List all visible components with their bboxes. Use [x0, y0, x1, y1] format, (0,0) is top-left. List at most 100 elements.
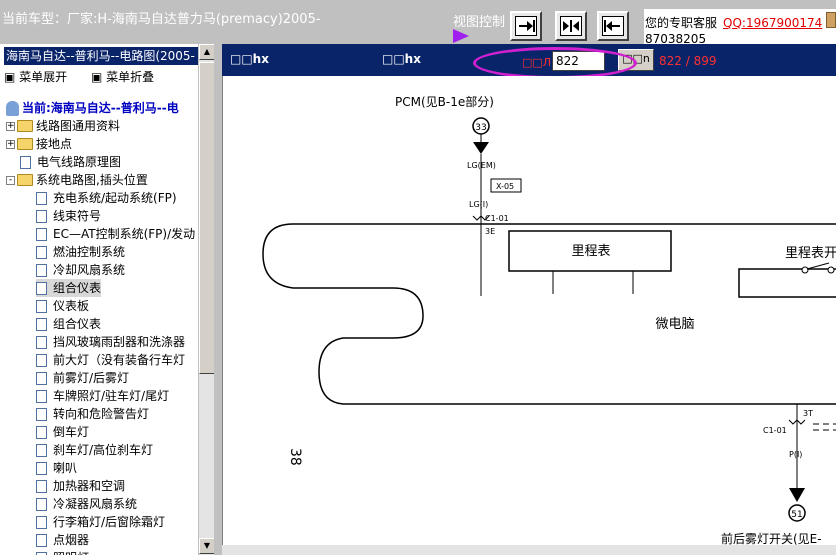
tree-item[interactable]: 倒车灯 — [36, 423, 89, 441]
tree-item[interactable]: 仪表板 — [36, 297, 89, 315]
expand-icon[interactable]: + — [6, 121, 15, 131]
tree-item[interactable]: 冷却风扇系统 — [36, 261, 125, 279]
tree-item[interactable]: 刹车灯/高位刹车灯 — [36, 441, 153, 459]
tree-item[interactable]: 充电系统/起动系统(FP) — [36, 189, 177, 207]
tree-item-label: 前雾灯/后雾灯 — [53, 371, 130, 385]
expand-icon[interactable]: + — [6, 139, 15, 149]
tree-item[interactable]: 挡风玻璃雨刮器和洗涤器 — [36, 333, 185, 351]
tree-item[interactable]: 冷凝器风扇系统 — [36, 495, 137, 513]
document-icon — [36, 263, 47, 277]
top-bar: 当前车型：厂家:H-海南马自达普力马(premacy)2005- 视图控制 您的… — [0, 0, 836, 44]
microcomputer-label: 微电脑 — [655, 317, 694, 332]
node-51-label: 51 — [791, 510, 802, 520]
tree-item[interactable]: + 接地点 — [6, 135, 72, 153]
tree-item-label: 组合仪表 — [53, 281, 102, 295]
tree-item[interactable]: 组合仪表 — [36, 279, 102, 297]
viewer-horizontal-scrollbar[interactable] — [222, 545, 836, 555]
odometer-switch-box — [738, 268, 836, 298]
menu-tree: 当前:海南马自达--普利马--电 + 线路图通用资料 + 接地点 电气线路原理图 - 系统电路… — [0, 99, 198, 555]
tree-item-label: 线路图通用资料 — [36, 119, 121, 133]
page-number-38: 38 — [287, 448, 303, 466]
menu-collapse-button[interactable]: ▣ 菜单折叠 — [91, 70, 164, 84]
tree-item-label: 冷凝器风扇系统 — [53, 497, 138, 511]
scroll-up-icon[interactable]: ▲ — [199, 44, 215, 60]
c101-top-label: C1-01 — [485, 214, 509, 223]
document-icon — [36, 425, 47, 439]
document-icon — [36, 299, 47, 313]
arrow-down-icon — [789, 488, 805, 502]
tree-item[interactable]: 车牌照灯/驻车灯/尾灯 — [36, 387, 169, 405]
document-icon — [36, 317, 47, 331]
support-label: 您的专职客服 — [645, 16, 718, 30]
tree-item[interactable]: EC—AT控制系统(FP)/发动 — [36, 225, 195, 243]
left-scrollbar[interactable]: ▲ ▼ — [198, 44, 215, 555]
tree-item-label: EC—AT控制系统(FP)/发动 — [53, 227, 196, 241]
tree-item[interactable]: 线束符号 — [36, 207, 101, 225]
fit-both-button[interactable] — [555, 11, 587, 41]
left-panel: 海南马自达--普利马--电路图(2005- ▣ 菜单展开 ▣ 菜单折叠 当前:海… — [0, 44, 215, 555]
tree-item-label: 照明灯 — [53, 549, 89, 555]
document-icon — [36, 353, 47, 367]
document-icon — [36, 335, 47, 349]
tree-item[interactable]: - 系统电路图,插头位置 — [6, 171, 148, 189]
tree-item[interactable]: 前雾灯/后雾灯 — [36, 369, 129, 387]
folder-icon — [17, 174, 33, 186]
document-icon — [36, 407, 47, 421]
fit-width-icon — [519, 20, 535, 32]
left-panel-title: 海南马自达--普利马--电路图(2005- — [4, 47, 212, 65]
menu-ops: ▣ 菜单展开 ▣ 菜单折叠 — [4, 68, 174, 85]
purple-arrow-icon — [453, 29, 469, 43]
tree-item[interactable]: 转向和危险警告灯 — [36, 405, 149, 423]
tree-item-label: 刹车灯/高位刹车灯 — [53, 443, 154, 457]
fit-width-button[interactable] — [510, 11, 542, 41]
diagram-canvas[interactable]: PCM(见B-1e部分) 33 LG(EM) X-05 LG(I) C1-01 … — [222, 76, 836, 555]
tree-item-label: 线束符号 — [53, 209, 102, 223]
fit-height-icon — [604, 20, 620, 32]
document-icon — [36, 461, 47, 475]
document-icon — [36, 191, 47, 205]
tree-item[interactable]: 点烟器 — [36, 531, 89, 549]
panel-splitter[interactable] — [214, 44, 222, 555]
tree-item[interactable]: 喇叭 — [36, 459, 77, 477]
tree-item[interactable]: 加热器和空调 — [36, 477, 125, 495]
tree-item[interactable]: 前大灯（没有装备行车灯 — [36, 351, 185, 369]
tree-item-label: 系统电路图,插头位置 — [36, 173, 148, 187]
fit-height-button[interactable] — [597, 11, 629, 41]
viewer-header: □□hx □□hx □□Л □□n 822 / 899 — [222, 44, 836, 79]
wiring-diagram: PCM(见B-1e部分) 33 LG(EM) X-05 LG(I) C1-01 … — [262, 94, 836, 546]
tree-item-label: 转向和危险警告灯 — [53, 407, 150, 421]
support-edge-icon — [826, 12, 836, 28]
scroll-down-icon[interactable]: ▼ — [199, 538, 215, 554]
qq-link[interactable]: QQ:1967900174 — [723, 16, 822, 30]
fog-switch-label: 前后雾灯开关(见E- — [721, 531, 822, 546]
tree-item[interactable]: 当前:海南马自达--普利马--电 — [6, 99, 179, 117]
tree-item-label: 喇叭 — [53, 461, 78, 475]
odometer-label: 里程表 — [571, 244, 610, 259]
tree-item-label: 加热器和空调 — [53, 479, 126, 493]
node-33-label: 33 — [475, 123, 486, 133]
tree-item[interactable]: + 线路图通用资料 — [6, 117, 120, 135]
odometer-switch-label: 里程表开 — [785, 246, 836, 261]
document-icon — [36, 533, 47, 547]
collapse-icon[interactable]: - — [6, 175, 15, 185]
x05-label: X-05 — [496, 182, 514, 191]
document-icon — [36, 443, 47, 457]
pin-3t-label: 3T — [803, 409, 813, 418]
tree-item-label: 点烟器 — [53, 533, 90, 547]
tree-item[interactable]: 行李箱灯/后窗除霜灯 — [36, 513, 165, 531]
tree-item[interactable]: 组合仪表 — [36, 315, 101, 333]
tree-item[interactable]: 燃油控制系统 — [36, 243, 125, 261]
support-phone: 87038205 — [645, 32, 707, 44]
tree-item-label: 冷却风扇系统 — [53, 263, 126, 277]
tree-item-label: 仪表板 — [53, 299, 90, 313]
tree-item[interactable]: 照明灯 — [36, 549, 89, 555]
menu-expand-button[interactable]: ▣ 菜单展开 — [4, 70, 77, 84]
ground-arrow-icon — [473, 142, 489, 154]
tree-item[interactable]: 电气线路原理图 — [20, 153, 121, 171]
view-control-label: 视图控制 — [453, 15, 506, 30]
viewer-header-mid: □□hx — [382, 52, 421, 66]
scroll-thumb[interactable] — [199, 62, 215, 374]
document-icon — [36, 209, 47, 223]
c101-bottom-label: C1-01 — [763, 426, 787, 435]
document-icon — [36, 551, 47, 555]
